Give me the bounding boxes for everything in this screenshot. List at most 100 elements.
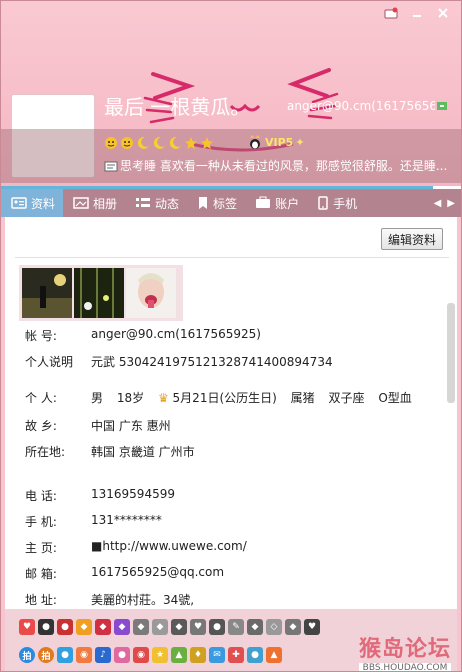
vip-star-icon: ✦ <box>295 135 305 149</box>
zodiac-value: 属猪 <box>290 391 315 405</box>
tab-label: 手机 <box>333 196 358 211</box>
photo-thumbnail[interactable] <box>22 268 72 318</box>
diamond-purple-icon[interactable]: ◆ <box>114 619 130 635</box>
game-app-icon[interactable]: ◉ <box>76 647 92 663</box>
signature[interactable]: 思考睡 喜欢看一种从未看过的风景，那感觉很舒服。还是睡... <box>104 157 454 174</box>
diamond-silver-icon[interactable]: ◆ <box>152 619 168 635</box>
description-value: 元武 530424197512132874140089473​4 <box>91 355 333 369</box>
music-app-icon[interactable]: ♪ <box>95 647 111 663</box>
fire-app-icon[interactable]: ▲ <box>266 647 282 663</box>
minimize-icon[interactable] <box>405 4 429 22</box>
tab-account[interactable]: 账户 <box>245 189 307 217</box>
photo-thumbnail[interactable] <box>126 268 176 318</box>
homepage-link[interactable]: ■http://www.uwewe.com/ <box>91 539 247 553</box>
signature-edit-icon <box>104 161 118 172</box>
detail-label: 电 话: <box>25 489 57 503</box>
penguin-service-icon[interactable]: ● <box>38 619 54 635</box>
chevron-left-icon[interactable]: ◀ <box>434 198 442 209</box>
diamond-red-icon[interactable]: ◆ <box>95 619 111 635</box>
phone-value: 13169594599 <box>91 487 175 501</box>
blue-round-app-icon[interactable]: ● <box>247 647 263 663</box>
pink-app-icon[interactable]: ● <box>114 647 130 663</box>
service-icons-row-2: 拍 拍 ● ◉ ♪ ● ◉ ★ ▲ ♦ ✉ ✚ ● ▲ <box>19 647 282 663</box>
gold-app-icon[interactable]: ♦ <box>190 647 206 663</box>
tab-label: 标签 <box>213 196 238 211</box>
edit-profile-button[interactable]: 编辑资料 <box>381 228 443 250</box>
window-controls <box>379 4 455 22</box>
heart-gray-icon[interactable]: ♥ <box>190 619 206 635</box>
tab-label: 相册 <box>93 196 118 211</box>
sun-badge-icon <box>105 137 117 149</box>
mobile-value: 131******** <box>91 513 162 527</box>
vip-label: VIP5 <box>265 135 294 149</box>
penguin-gray-icon[interactable]: ● <box>209 619 225 635</box>
diamond-shadow-icon[interactable]: ◆ <box>247 619 263 635</box>
location-value: 韩国 京畿道 广州市 <box>91 445 195 459</box>
tab-album[interactable]: 相册 <box>63 189 125 217</box>
diamond-light-icon[interactable]: ◆ <box>285 619 301 635</box>
orange-app-icon[interactable]: 拍 <box>38 647 54 663</box>
red-app-icon[interactable]: ◉ <box>133 647 149 663</box>
birthday-value: 5月21日(公历生日) <box>172 391 277 405</box>
yellow-app-icon[interactable]: ★ <box>152 647 168 663</box>
heart-service-icon[interactable]: ♥ <box>19 619 35 635</box>
detail-label: 地 址: <box>25 593 57 607</box>
tab-profile[interactable]: 资料 <box>1 189 64 217</box>
penguin-crown-icon <box>250 135 260 149</box>
badge-footer: ♥ ● ● ◆ ◆ ◆ ◆ ◆ ◆ ♥ ● ✎ ◆ ◇ ◆ ♥ 拍 拍 ● ◉ … <box>5 609 457 671</box>
tab-phone[interactable]: 手机 <box>307 189 365 217</box>
hometown-value: 中国 广东 惠州 <box>91 419 171 433</box>
personal-values: 男 18岁 ♛ 5月21日(公历生日) 属猪 双子座 O型血 <box>91 389 412 406</box>
photo-thumbnail[interactable] <box>74 268 124 318</box>
crown-icon: ♛ <box>157 391 169 405</box>
album-icon <box>73 197 89 209</box>
detail-label: 所在地: <box>25 445 66 459</box>
green-app-icon[interactable]: ▲ <box>171 647 187 663</box>
close-icon[interactable] <box>431 4 455 22</box>
nickname: 最后 一根黄瓜。 <box>104 95 251 119</box>
address-value: 美麗的村莊。34號, <box>91 593 195 607</box>
level-badges <box>104 136 214 150</box>
gift-app-icon[interactable]: ✚ <box>228 647 244 663</box>
profile-details-panel: 编辑资料 帐 号: anger@90.cm(1617565925) 个人说明 元… <box>5 217 457 609</box>
chevron-right-icon[interactable]: ▶ <box>447 198 455 209</box>
scrollbar-thumb[interactable] <box>447 303 455 403</box>
blue-app-icon[interactable]: 拍 <box>19 647 35 663</box>
detail-label: 个 人: <box>25 391 57 405</box>
service-icons-row-1: ♥ ● ● ◆ ◆ ◆ ◆ ◆ ◆ ♥ ● ✎ ◆ ◇ ◆ ♥ <box>19 619 320 635</box>
pen-gray-icon[interactable]: ✎ <box>228 619 244 635</box>
skin-icon[interactable] <box>379 4 403 22</box>
star-badge-icon <box>201 137 213 149</box>
penguin-red-service-icon[interactable]: ● <box>57 619 73 635</box>
info-band <box>1 129 461 183</box>
profile-window: 最后 一根黄瓜。 anger@90.cm(1617565659 VIP5 ✦ 思… <box>0 0 462 672</box>
diamond-yellow-icon[interactable]: ◆ <box>76 619 92 635</box>
moon-badge-icon <box>153 136 165 149</box>
profile-card-icon <box>11 197 27 209</box>
age-value: 18岁 <box>116 391 145 405</box>
signature-text: 思考睡 喜欢看一种从未看过的风景，那感觉很舒服。还是睡... <box>120 159 448 173</box>
diamond-dark-icon[interactable]: ◆ <box>171 619 187 635</box>
constellation-value: 双子座 <box>328 391 365 405</box>
site-watermark: 猴岛论坛 BBS.HOUDAO.COM <box>358 631 451 671</box>
tab-scroll-arrows: ◀ ▶ <box>434 198 461 209</box>
diamond-outline-icon[interactable]: ◇ <box>266 619 282 635</box>
detail-label: 故 乡: <box>25 419 57 433</box>
vip-badge[interactable]: VIP5 ✦ <box>247 135 305 149</box>
cyan-app-icon[interactable]: ● <box>57 647 73 663</box>
tab-tags[interactable]: 标签 <box>187 189 245 217</box>
diamond-gray-icon[interactable]: ◆ <box>133 619 149 635</box>
detail-label: 帐 号: <box>25 329 57 343</box>
mail-app-icon[interactable]: ✉ <box>209 647 225 663</box>
tab-label: 动态 <box>155 196 180 211</box>
email-value: 1617565925@qq.com <box>91 565 225 579</box>
detail-label: 手 机: <box>25 515 57 529</box>
scrollbar[interactable] <box>447 269 455 609</box>
header-account-id: anger@90.cm(1617565659 <box>287 99 435 113</box>
moon-badge-icon <box>137 136 149 149</box>
heart-dark-icon[interactable]: ♥ <box>304 619 320 635</box>
feed-icon <box>136 198 151 207</box>
gender-value: 男 <box>91 391 104 405</box>
tab-feed[interactable]: 动态 <box>125 189 187 217</box>
star-badge-icon <box>185 137 197 149</box>
